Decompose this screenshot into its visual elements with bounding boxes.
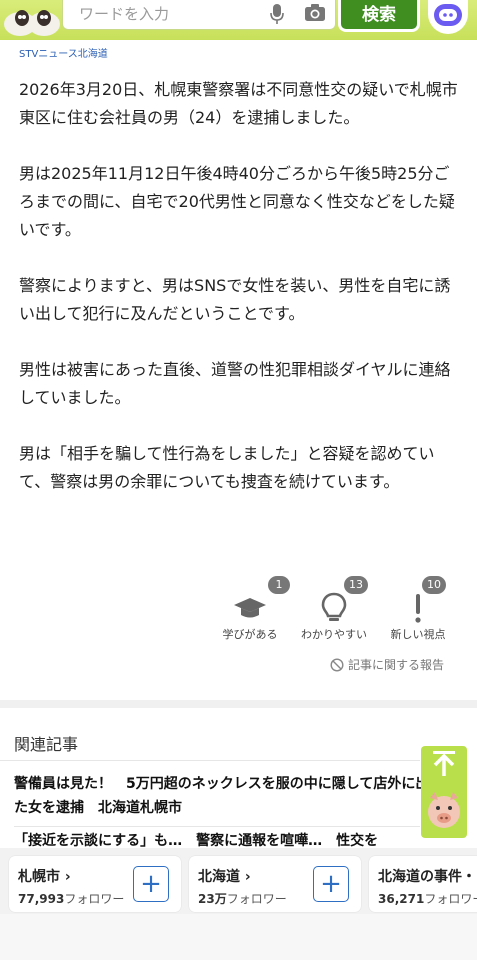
search-box: [62, 0, 336, 30]
follower-count: 36,271フォロワー: [378, 892, 477, 906]
reaction-label: 新しい視点: [390, 628, 446, 641]
follow-topic-name: 北海道 ›: [198, 869, 251, 885]
sheep-mascot-logo[interactable]: [0, 0, 64, 36]
report-article-link[interactable]: 記事に関する報告: [330, 656, 444, 673]
search-button[interactable]: 検索: [338, 0, 420, 32]
article-paragraph: 男性は被害にあった直後、道警の性犯罪相談ダイヤルに連絡していました。: [19, 360, 451, 407]
follow-card-hokkaido-incidents[interactable]: 北海道の事件・ 36,271フォロワー: [369, 856, 477, 912]
article-paragraph: 警察によりますと、男はSNSで女性を装い、男性を自宅に誘い出して犯行に及んだとい…: [19, 276, 451, 323]
camera-icon[interactable]: [303, 2, 327, 24]
microphone-icon[interactable]: [269, 2, 285, 26]
reaction-learning-button[interactable]: 1 学びがある: [210, 576, 290, 642]
divider: [14, 826, 420, 827]
divider: [0, 760, 420, 761]
follow-card-sapporo[interactable]: 札幌市 › 77,993フォロワー +: [9, 856, 181, 912]
bottom-area: [0, 914, 477, 960]
prohibited-icon: [330, 657, 344, 672]
follower-count: 77,993フォロワー: [18, 892, 125, 906]
ai-assistant-button[interactable]: [428, 0, 468, 34]
follow-topic-name: 北海道の事件・: [378, 869, 476, 885]
related-articles-heading: 関連記事: [14, 735, 79, 754]
follower-count: 23万フォロワー: [198, 892, 287, 906]
article-body: 2026年3月20日、札幌東警察署は不同意性交の疑いで札幌市東区に住む会社員の男…: [19, 76, 459, 524]
follow-plus-button[interactable]: +: [313, 866, 349, 902]
article-source[interactable]: STVニュース北海道: [19, 45, 108, 60]
pig-mascot-arrow-up-icon: [428, 751, 460, 828]
follow-card-hokkaido[interactable]: 北海道 › 23万フォロワー +: [189, 856, 361, 912]
scroll-to-top-button[interactable]: [421, 746, 467, 838]
article-paragraph: 男は「相手を騙して性行為をしました」と容疑を認めていて、警察は男の余罪についても…: [19, 444, 435, 491]
article-paragraph: 男は2025年11月12日午後4時40分ごろから午後5時25分ごろまでの間に、自…: [19, 164, 455, 239]
follow-topics-bar: 札幌市 › 77,993フォロワー + 北海道 › 23万フォロワー + 北海道…: [0, 848, 477, 914]
graduation-cap-icon: [210, 590, 290, 626]
reaction-new-perspective-button[interactable]: 10 新しい視点: [378, 576, 458, 642]
section-divider: [0, 700, 477, 708]
article-paragraph: 2026年3月20日、札幌東警察署は不同意性交の疑いで札幌市東区に住む会社員の男…: [19, 80, 458, 127]
follow-plus-button[interactable]: +: [133, 866, 169, 902]
exclamation-icon: [378, 590, 458, 626]
search-input[interactable]: [79, 3, 259, 25]
reaction-clear-button[interactable]: 13 わかりやすい: [294, 576, 374, 642]
top-search-bar: 検索: [0, 0, 477, 40]
ai-assistant-icon: [434, 4, 462, 26]
report-label: 記事に関する報告: [348, 658, 445, 672]
related-article-link[interactable]: 「接近を示談にする」も… 警察に通報を喧嘩… 性交を: [14, 830, 434, 850]
reaction-label: 学びがある: [222, 628, 278, 641]
reaction-label: わかりやすい: [301, 628, 367, 641]
follow-topic-name: 札幌市 ›: [18, 869, 71, 885]
lightbulb-icon: [294, 590, 374, 626]
related-article-link[interactable]: 警備員は見た！ 5万円超のネックレスを服の中に隠して店外に出た女を逮捕 北海道札…: [14, 772, 434, 820]
